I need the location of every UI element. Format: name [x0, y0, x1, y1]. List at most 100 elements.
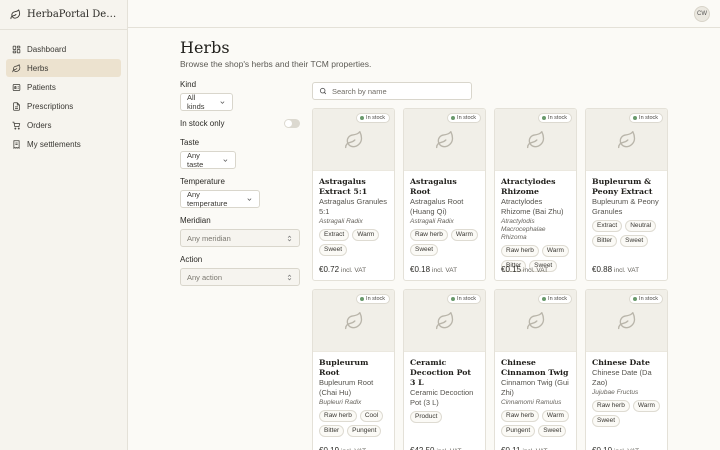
herb-card[interactable]: In stock Bupleurum Root Bupleurum Root (… — [312, 289, 395, 450]
stock-dot — [360, 116, 365, 120]
herb-image: In stock — [495, 109, 576, 171]
herb-tag: Cool — [359, 410, 384, 422]
search-icon — [319, 87, 327, 95]
herb-name: Chinese Cinnamon Twig — [501, 358, 569, 377]
herb-image: In stock — [404, 109, 485, 171]
herb-tag: Sweet — [620, 235, 649, 247]
taste-select[interactable]: Any taste — [180, 151, 236, 169]
sidebar-item-label: My settlements — [27, 139, 81, 149]
herb-tag: Raw herb — [410, 229, 448, 241]
price-value: €0.15 — [501, 265, 522, 274]
stock-label: In stock — [457, 115, 476, 121]
herb-tag: Extract — [319, 229, 350, 241]
in-stock-toggle[interactable] — [284, 119, 300, 128]
search-box — [312, 82, 472, 100]
filter-label: Kind — [180, 80, 197, 89]
herb-subtitle: Ceramic Decoction Pot (3 L) — [410, 388, 474, 407]
herb-image: In stock — [313, 109, 394, 171]
herb-price: €0.10incl. VAT — [592, 446, 639, 450]
leaf-icon — [12, 63, 21, 72]
herb-tag: Warm — [352, 229, 380, 241]
stock-badge: In stock — [538, 113, 572, 123]
sidebar-item-patients[interactable]: Patients — [6, 78, 121, 96]
sidebar-item-label: Orders — [27, 120, 52, 130]
sidebar-item-label: Herbs — [27, 63, 49, 73]
herb-tag: Sweet — [592, 415, 621, 427]
herb-card[interactable]: In stock Ceramic Decoction Pot 3 L Ceram… — [403, 289, 486, 450]
stock-label: In stock — [639, 115, 658, 121]
chevron-up-down-icon — [287, 274, 292, 280]
select-value: Any taste — [187, 151, 204, 169]
herb-card[interactable]: In stock Astragalus Root Astragalus Root… — [403, 108, 486, 281]
stock-label: In stock — [366, 115, 385, 121]
filter-label: Temperature — [180, 177, 225, 186]
filter-label: Meridian — [180, 216, 211, 225]
herb-card[interactable]: In stock Atractylodes Rhizome Atractylod… — [494, 108, 577, 281]
sidebar-item-orders[interactable]: Orders — [6, 116, 121, 134]
herb-latin-name: Astragali Radix — [319, 218, 363, 225]
herb-name: Astragalus Extract 5:1 — [319, 177, 368, 196]
herb-image: In stock — [404, 290, 485, 352]
price-value: €42.50 — [410, 446, 434, 450]
leaf-icon — [435, 130, 453, 148]
sidebar: HerbaPortal Demo Store Dashboard Herbs P… — [0, 0, 128, 450]
stock-dot — [360, 297, 365, 301]
herb-tag: Warm — [632, 400, 660, 412]
stock-dot — [542, 116, 547, 120]
prescription-icon — [13, 101, 20, 111]
page-subtitle: Browse the shop's herbs and their TCM pr… — [180, 59, 372, 69]
stock-dot — [542, 297, 547, 301]
sidebar-item-dashboard[interactable]: Dashboard — [6, 40, 121, 58]
chevron-up-down-icon — [287, 235, 292, 241]
kind-select[interactable]: All kinds — [180, 93, 233, 111]
cart-icon — [12, 121, 21, 129]
price-value: €0.11 — [501, 446, 520, 450]
temperature-select[interactable]: Any temperature — [180, 190, 260, 208]
herb-subtitle: Atractylodes Rhizome (Bai Zhu) — [501, 197, 564, 216]
herb-tags: Raw herb Warm Pungent Sweet — [501, 410, 570, 437]
search-input[interactable] — [332, 86, 462, 96]
sidebar-item-label: Dashboard — [27, 44, 67, 54]
card-body: Atractylodes Rhizome Atractylodes Rhizom… — [495, 171, 576, 272]
herb-card[interactable]: In stock Chinese Cinnamon Twig Cinnamon … — [494, 289, 577, 450]
price-vat-label: incl. VAT — [341, 267, 367, 274]
action-select[interactable]: Any action — [180, 268, 300, 286]
stock-label: In stock — [639, 296, 658, 302]
herb-price: €0.88 incl. VAT — [592, 265, 639, 274]
herb-tag: Raw herb — [501, 245, 539, 257]
herb-price: €0.11incl. VAT — [501, 446, 547, 450]
stock-badge: In stock — [447, 113, 481, 123]
sidebar-item-herbs[interactable]: Herbs — [6, 59, 121, 77]
patients-icon — [12, 83, 21, 91]
dashboard-icon — [12, 45, 21, 53]
herb-subtitle: Astragalus Granules 5:1 — [319, 197, 387, 216]
price-vat-label: incl. VAT — [432, 267, 458, 274]
meridian-select[interactable]: Any meridian — [180, 229, 300, 247]
herb-latin-name: Atractylodis Macrocephalae Rhizoma — [501, 218, 546, 241]
stock-badge: In stock — [356, 294, 390, 304]
avatar[interactable]: CW — [694, 6, 710, 22]
herb-image: In stock — [495, 290, 576, 352]
price-value: €0.18 — [410, 265, 431, 274]
herb-image: In stock — [586, 290, 667, 352]
herb-tags: Raw herb Warm Sweet — [410, 229, 479, 256]
herb-tag: Warm — [541, 245, 569, 257]
herb-tag: Sweet — [410, 244, 439, 256]
herb-card[interactable]: In stock Bupleurum & Peony Extract Buple… — [585, 108, 668, 281]
filters-panel: Kind All kinds In stock only Taste Any t… — [180, 80, 300, 294]
price-value: €0.88 — [592, 265, 613, 274]
herb-price: €42.50incl. VAT — [410, 446, 462, 450]
herb-tag: Neutral — [625, 220, 657, 232]
herb-latin-name: Astragali Radix — [410, 218, 454, 225]
price-value: €0.19 — [319, 446, 339, 450]
chevron-down-icon — [247, 197, 252, 201]
card-body: Chinese Cinnamon Twig Cinnamon Twig (Gui… — [495, 352, 576, 437]
herb-card[interactable]: In stock Chinese Date Chinese Date (Da Z… — [585, 289, 668, 450]
sidebar-item-label: Prescriptions — [27, 101, 74, 111]
select-value: Any meridian — [187, 233, 231, 243]
herb-card[interactable]: In stock Astragalus Extract 5:1 Astragal… — [312, 108, 395, 281]
herb-latin-name: Cinnamomi Ramulus — [501, 399, 562, 406]
brand[interactable]: HerbaPortal Demo Store — [0, 0, 127, 30]
sidebar-item-prescriptions[interactable]: Prescriptions — [6, 97, 121, 115]
sidebar-item-settlements[interactable]: My settlements — [6, 135, 121, 153]
